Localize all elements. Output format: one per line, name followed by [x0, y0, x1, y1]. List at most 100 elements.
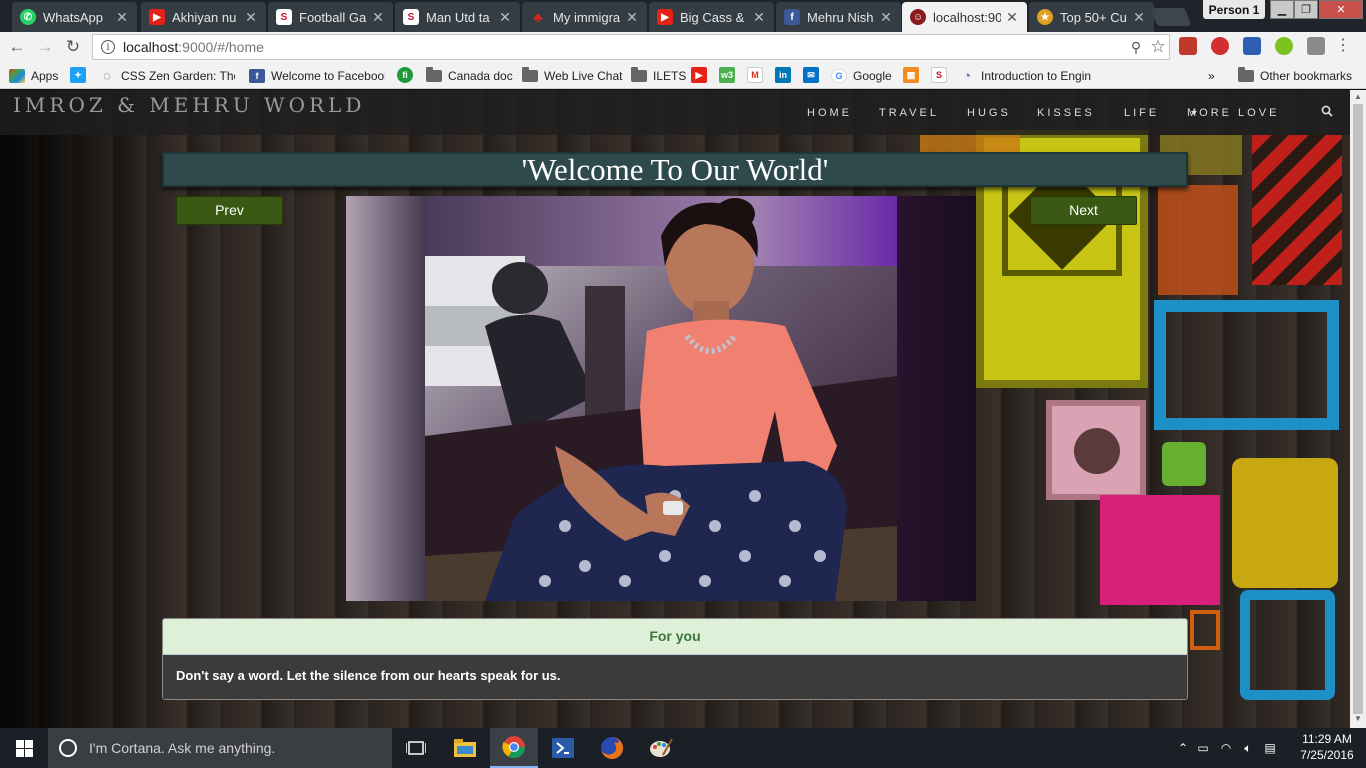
- bookmark-google[interactable]: G Google: [831, 67, 892, 84]
- tab-localhost[interactable]: ☺ localhost:90 ✕: [902, 2, 1027, 32]
- nav-travel[interactable]: TRAVEL: [879, 107, 939, 119]
- nav-kisses[interactable]: KISSES: [1037, 107, 1095, 119]
- folder-icon: [1238, 67, 1254, 82]
- chrome-menu-icon[interactable]: ⋮: [1335, 37, 1351, 55]
- url-text[interactable]: localhost:9000/#/home: [123, 39, 1125, 55]
- bookmark-intro-engineering[interactable]: ◔ Introduction to Engin: [959, 67, 1097, 84]
- minimize-icon[interactable]: ▁: [1270, 0, 1294, 19]
- page-title: 'Welcome To Our World': [162, 152, 1188, 187]
- linkedin-icon[interactable]: in: [775, 67, 791, 83]
- paint-icon[interactable]: [637, 728, 685, 768]
- wifi-icon[interactable]: ◠: [1215, 741, 1237, 755]
- bookmark-apps[interactable]: Apps: [9, 67, 58, 84]
- chevron-up-icon[interactable]: ⌃: [1175, 741, 1191, 755]
- zoom-icon[interactable]: ⚲: [1125, 39, 1147, 56]
- extension-green-icon[interactable]: [1275, 37, 1293, 55]
- powershell-icon[interactable]: [539, 728, 587, 768]
- profile-button[interactable]: Person 1: [1203, 0, 1265, 19]
- clock-date: 7/25/2016: [1300, 748, 1354, 762]
- battery-icon[interactable]: ▭: [1191, 741, 1215, 755]
- prev-button[interactable]: Prev: [176, 196, 283, 225]
- volume-icon[interactable]: 🔈︎: [1237, 741, 1259, 756]
- new-tab-button[interactable]: [1150, 8, 1192, 26]
- nav-home[interactable]: HOME: [807, 107, 852, 119]
- s-logo-icon: S: [403, 9, 419, 25]
- chrome-taskbar-icon[interactable]: [490, 728, 538, 768]
- w3-icon[interactable]: w3: [719, 67, 735, 83]
- tab-big-cass[interactable]: ▶ Big Cass & ✕: [649, 2, 774, 32]
- tab-top-50[interactable]: ★ Top 50+ Cu ✕: [1029, 2, 1154, 32]
- firefox-icon[interactable]: [588, 728, 636, 768]
- gmail-icon[interactable]: M: [747, 67, 763, 83]
- restore-icon[interactable]: ❐: [1294, 0, 1318, 19]
- close-window-icon[interactable]: ✕: [1319, 0, 1363, 19]
- extension-opera-icon[interactable]: [1211, 37, 1229, 55]
- scroll-thumb[interactable]: [1353, 104, 1363, 714]
- close-icon[interactable]: ✕: [1132, 9, 1146, 26]
- scroll-up-icon[interactable]: ▲: [1350, 92, 1366, 104]
- scroll-down-icon[interactable]: ▼: [1350, 714, 1366, 726]
- fi-icon[interactable]: fi: [397, 67, 413, 83]
- decor-yellow-telephone: [1232, 458, 1338, 588]
- close-icon[interactable]: ✕: [625, 9, 639, 26]
- file-explorer-icon[interactable]: [441, 728, 489, 768]
- site-brand[interactable]: IMROZ & MEHRU WORLD: [13, 93, 365, 117]
- search-icon[interactable]: [1321, 105, 1333, 117]
- next-button[interactable]: Next: [1030, 196, 1137, 225]
- pattern-icon[interactable]: ▦: [903, 67, 919, 83]
- star-badge-icon: ★: [1037, 9, 1053, 25]
- cortana-search-box[interactable]: I'm Cortana. Ask me anything.: [48, 728, 392, 768]
- bookmark-web-live-chat[interactable]: Web Live Chat: [522, 67, 623, 84]
- extension-reader-icon[interactable]: [1243, 37, 1261, 55]
- tab-football[interactable]: S Football Ga ✕: [268, 2, 393, 32]
- youtube-icon[interactable]: ▶: [691, 67, 707, 83]
- mail-icon[interactable]: ✉: [803, 67, 819, 83]
- nav-more-love[interactable]: MORE LOVE: [1187, 107, 1276, 119]
- tab-mehru[interactable]: f Mehru Nish ✕: [776, 2, 901, 32]
- bookmarks-overflow[interactable]: »: [1208, 67, 1215, 84]
- nav-life[interactable]: LIFE: [1124, 107, 1159, 119]
- address-bar[interactable]: i localhost:9000/#/home ⚲ ☆: [92, 34, 1170, 60]
- slideshow-photo: [346, 196, 976, 601]
- cortana-icon: [59, 739, 77, 757]
- s-logo-icon[interactable]: S: [931, 67, 947, 83]
- bookmark-canada-doc[interactable]: Canada doc: [426, 67, 513, 84]
- extension-grey-icon[interactable]: [1307, 37, 1325, 55]
- bookmark-facebook[interactable]: f Welcome to Facebook: [249, 67, 385, 84]
- back-icon[interactable]: ←: [6, 36, 28, 58]
- close-icon[interactable]: ✕: [371, 9, 385, 26]
- web-page: IMROZ & MEHRU WORLD HOME TRAVEL HUGS KIS…: [0, 90, 1350, 728]
- google-icon: G: [831, 68, 847, 83]
- page-scrollbar[interactable]: ▲ ▼: [1350, 90, 1366, 728]
- star-icon[interactable]: ☆: [1147, 37, 1169, 57]
- twitter-icon[interactable]: ✦: [70, 67, 86, 83]
- bookmark-label: Welcome to Facebook: [271, 68, 385, 83]
- close-icon[interactable]: ✕: [498, 9, 512, 26]
- tab-title: Mehru Nish: [807, 9, 874, 25]
- close-icon[interactable]: ✕: [1005, 9, 1019, 26]
- close-icon[interactable]: ✕: [244, 9, 258, 26]
- reload-icon[interactable]: ↻: [62, 36, 84, 58]
- notifications-icon[interactable]: ▤: [1259, 741, 1281, 755]
- close-icon[interactable]: ✕: [115, 9, 129, 26]
- task-view-icon[interactable]: [392, 728, 440, 768]
- youtube-icon: ▶: [149, 9, 165, 25]
- taskbar-clock[interactable]: 11:29 AM 7/25/2016: [1296, 731, 1358, 763]
- bookmark-ilets[interactable]: ILETS: [631, 67, 686, 84]
- tab-strip: ✆ WhatsApp ✕ ▶ Akhiyan nu ✕ S Football G…: [0, 0, 1366, 32]
- other-bookmarks[interactable]: Other bookmarks: [1238, 67, 1352, 84]
- bookmark-css-zen[interactable]: ◌ CSS Zen Garden: The: [99, 67, 235, 84]
- tab-title: localhost:90: [933, 9, 1001, 25]
- start-button[interactable]: [0, 728, 48, 768]
- whatsapp-icon: ✆: [20, 9, 36, 25]
- nav-hugs[interactable]: HUGS: [967, 107, 1011, 119]
- forward-icon[interactable]: →: [34, 36, 56, 58]
- tab-whatsapp[interactable]: ✆ WhatsApp ✕: [12, 2, 137, 32]
- tab-akhiyan[interactable]: ▶ Akhiyan nu ✕: [141, 2, 266, 32]
- close-icon[interactable]: ✕: [879, 9, 893, 26]
- extension-book-icon[interactable]: [1179, 37, 1197, 55]
- tab-immigration[interactable]: ♣ My immigra ✕: [522, 2, 647, 32]
- info-icon[interactable]: i: [101, 40, 115, 54]
- close-icon[interactable]: ✕: [752, 9, 766, 26]
- tab-man-utd[interactable]: S Man Utd ta ✕: [395, 2, 520, 32]
